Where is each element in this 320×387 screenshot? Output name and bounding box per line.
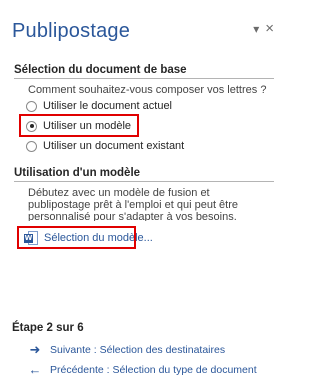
radio-label: Utiliser un document existant: [43, 140, 185, 152]
mail-merge-pane: Publipostage ▾ × Sélection du document d…: [0, 0, 282, 387]
section-divider: [14, 78, 274, 79]
previous-step-link[interactable]: ← Précédente : Sélection du type de docu…: [28, 362, 257, 377]
previous-step-label: Précédente : Sélection du type de docume…: [50, 364, 257, 376]
section-title-use-template: Utilisation d'un modèle: [14, 167, 141, 179]
next-step-link[interactable]: ➜ Suivante : Sélection des destinataires: [28, 342, 226, 357]
compose-question: Comment souhaitez-vous composer vos lett…: [28, 84, 267, 96]
select-template-link[interactable]: W Sélection du modèle...: [24, 231, 153, 245]
radio-use-template[interactable]: Utiliser un modèle: [26, 118, 131, 134]
arrow-right-icon: ➜: [29, 342, 41, 357]
pane-title: Publipostage: [12, 20, 131, 42]
arrow-left-icon: ←: [28, 362, 42, 377]
word-document-icon: W: [24, 231, 38, 245]
select-template-label: Sélection du modèle...: [44, 232, 153, 244]
step-indicator: Étape 2 sur 6: [12, 322, 84, 334]
pane-options-dropdown-icon[interactable]: ▾: [253, 23, 259, 35]
radio-use-current-document[interactable]: Utiliser le document actuel: [26, 98, 172, 114]
next-step-label: Suivante : Sélection des destinataires: [50, 344, 226, 356]
radio-label: Utiliser le document actuel: [43, 100, 173, 112]
radio-label: Utiliser un modèle: [43, 120, 132, 132]
radio-button-selected[interactable]: [26, 120, 37, 132]
radio-use-existing-document[interactable]: Utiliser un document existant: [26, 138, 184, 154]
template-description: Débutez avec un modèle de fusion et publ…: [28, 187, 239, 221]
pane-controls: ▾ ×: [253, 21, 274, 36]
section-divider: [14, 181, 274, 182]
radio-button[interactable]: [26, 100, 37, 112]
close-icon[interactable]: ×: [265, 21, 274, 36]
section-title-base-document: Sélection du document de base: [14, 64, 187, 76]
radio-button[interactable]: [26, 140, 37, 152]
